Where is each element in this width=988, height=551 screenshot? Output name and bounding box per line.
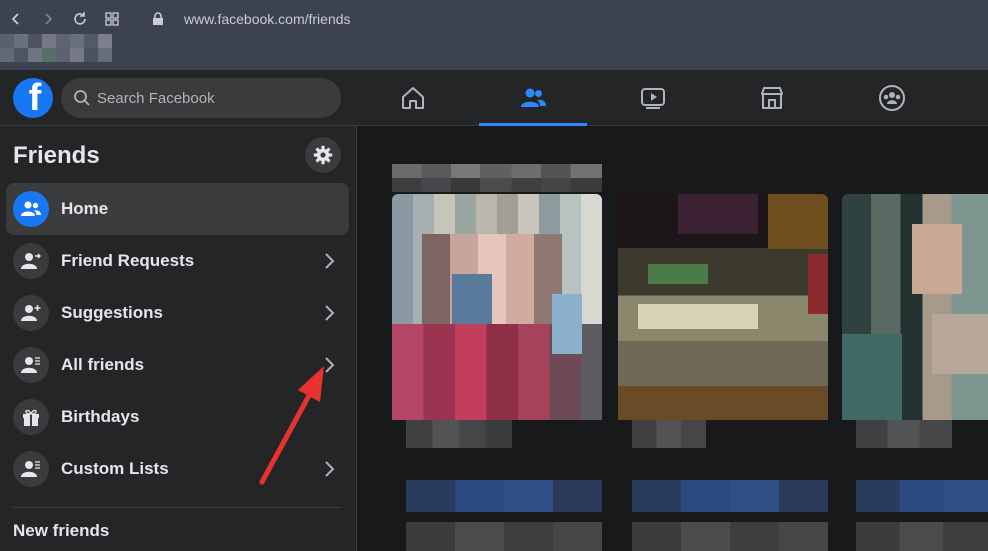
- redacted-name: [406, 420, 512, 448]
- section-heading-new-friends: New friends: [13, 521, 110, 540]
- tab-watch[interactable]: [599, 70, 707, 126]
- custom-lists-icon: [13, 451, 49, 487]
- chevron-right-icon[interactable]: [319, 251, 339, 271]
- settings-button[interactable]: [305, 137, 341, 173]
- redacted-heading-shadow: [392, 178, 602, 192]
- lock-icon: [148, 9, 168, 29]
- search-facebook[interactable]: [61, 78, 341, 118]
- sidebar-item-label: Birthdays: [61, 407, 140, 426]
- friend-card-photo[interactable]: [392, 194, 602, 420]
- facebook-logo-icon[interactable]: f: [13, 78, 53, 118]
- redacted-button[interactable]: [406, 480, 602, 512]
- redacted-heading: [392, 164, 602, 178]
- sidebar-item-label: Friend Requests: [61, 251, 195, 270]
- page-title: Friends: [13, 142, 100, 169]
- tab-home[interactable]: [359, 70, 467, 126]
- redacted-name: [856, 420, 952, 448]
- redacted-button[interactable]: [632, 480, 828, 512]
- friends-home-icon: [13, 191, 49, 227]
- sidebar-item-home[interactable]: Home: [6, 183, 349, 235]
- address-bar-url[interactable]: www.facebook.com/friends: [184, 11, 351, 27]
- redacted-button[interactable]: [406, 522, 602, 551]
- chevron-right-icon[interactable]: [319, 459, 339, 479]
- tab-grid-icon[interactable]: [102, 9, 122, 29]
- all-friends-icon: [13, 347, 49, 383]
- chevron-right-icon[interactable]: [319, 355, 339, 375]
- sidebar-item-label: Home: [61, 199, 109, 218]
- sidebar-item-label: Suggestions: [61, 303, 164, 322]
- friend-card-photo[interactable]: [842, 194, 988, 420]
- gift-icon: [13, 399, 49, 435]
- marketplace-icon: [761, 87, 783, 109]
- tab-groups[interactable]: [838, 70, 946, 126]
- search-input[interactable]: [97, 89, 317, 107]
- divider: [13, 507, 341, 508]
- search-icon: [74, 90, 90, 106]
- sidebar-item-birthdays[interactable]: Birthdays: [6, 391, 349, 443]
- friends-sidebar: Friends Home Friend Requests Suggestions…: [0, 126, 357, 551]
- friends-main-content: [358, 126, 988, 551]
- friends-icon: [521, 88, 546, 107]
- redacted-button[interactable]: [856, 522, 988, 551]
- reload-icon[interactable]: [70, 9, 90, 29]
- friend-card-photo[interactable]: [618, 194, 828, 420]
- friend-requests-icon: [13, 243, 49, 279]
- watch-icon: [641, 88, 665, 109]
- home-icon: [402, 87, 424, 109]
- sidebar-item-label: Custom Lists: [61, 459, 169, 478]
- sidebar-item-custom-lists[interactable]: Custom Lists: [6, 443, 349, 495]
- tab-marketplace[interactable]: [718, 70, 826, 126]
- redacted-button[interactable]: [856, 480, 988, 512]
- redacted-name: [632, 420, 706, 448]
- browser-toolbar: www.facebook.com/friends: [0, 0, 988, 70]
- suggestions-icon: [13, 295, 49, 331]
- sidebar-item-suggestions[interactable]: Suggestions: [6, 287, 349, 339]
- gear-icon: [313, 145, 333, 165]
- back-icon[interactable]: [6, 9, 26, 29]
- forward-icon[interactable]: [38, 9, 58, 29]
- groups-icon: [879, 85, 905, 111]
- chevron-right-icon[interactable]: [319, 303, 339, 323]
- tab-friends[interactable]: [479, 70, 587, 126]
- sidebar-item-friend-requests[interactable]: Friend Requests: [6, 235, 349, 287]
- sidebar-item-label: All friends: [61, 355, 145, 374]
- sidebar-item-all-friends[interactable]: All friends: [6, 339, 349, 391]
- facebook-top-bar: f: [0, 70, 988, 126]
- redacted-button[interactable]: [632, 522, 828, 551]
- redacted-text: [0, 34, 122, 62]
